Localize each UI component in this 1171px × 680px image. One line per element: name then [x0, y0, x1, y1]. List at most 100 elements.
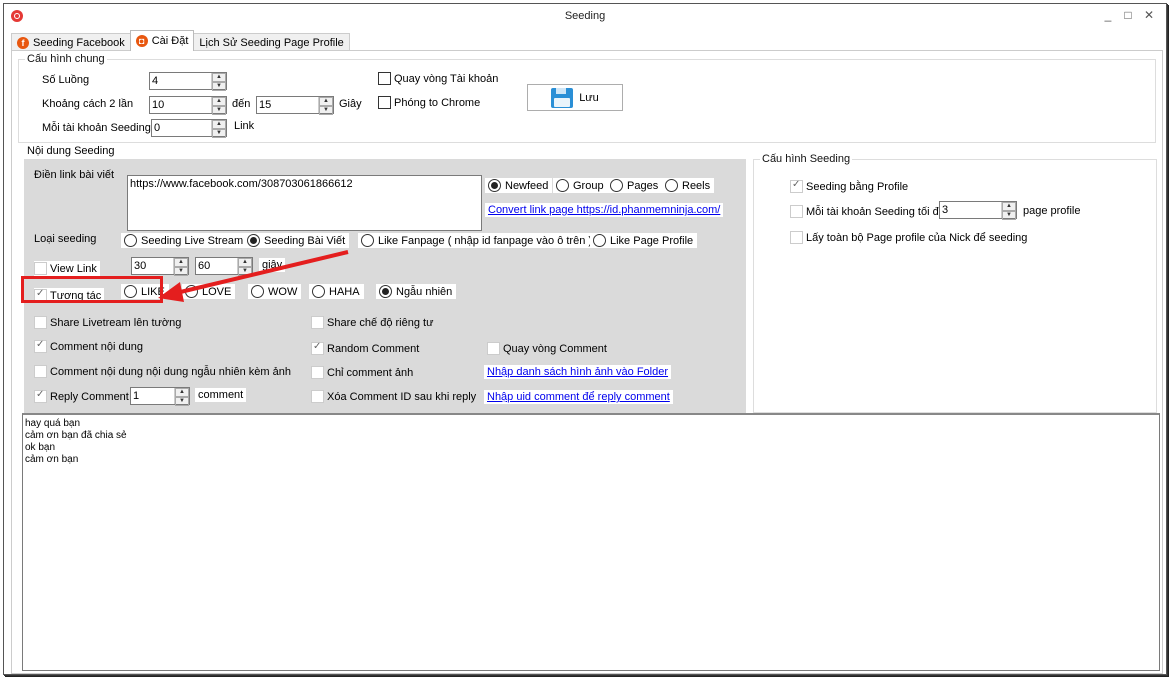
type-post-radio[interactable]: Seeding Bài Viết: [244, 233, 350, 248]
reply-count-stepper[interactable]: ▲▼: [130, 387, 190, 406]
per-account-label: Mỗi tài khoản Seeding: [42, 122, 151, 134]
spin-up-icon[interactable]: ▲: [212, 97, 226, 106]
reaction-random-radio[interactable]: Ngẫu nhiên: [376, 284, 457, 299]
comment-line: ok bạn: [25, 442, 56, 453]
comment-random-image-checkbox[interactable]: Comment nội dung nội dung ngẫu nhiên kèm…: [34, 365, 291, 378]
random-comment-label: Random Comment: [327, 342, 420, 355]
settings-doc-icon: ◘: [135, 35, 148, 47]
threads-label: Số Luồng: [42, 74, 90, 86]
spin-up-icon[interactable]: ▲: [212, 73, 226, 82]
rotate-comment-checkbox[interactable]: Quay vòng Comment: [487, 342, 607, 355]
image-only-label: Chỉ comment ảnh: [327, 366, 414, 379]
tab-history-page-profile[interactable]: Lịch Sử Seeding Page Profile: [193, 33, 350, 51]
interval-from-stepper[interactable]: ▲▼: [149, 96, 227, 115]
reaction-love-radio[interactable]: LOVE: [182, 284, 236, 299]
radio-label: Like Page Profile: [610, 234, 694, 247]
view-to-stepper[interactable]: ▲▼: [195, 257, 253, 276]
source-pages-radio[interactable]: Pages: [607, 178, 663, 193]
comments-textarea[interactable]: hay quá bạn cảm ơn bạn đã chia sẻ ok bạn…: [22, 413, 1160, 671]
radio-label: Reels: [682, 179, 711, 192]
convert-link[interactable]: Convert link page https://id.phanmemninj…: [485, 203, 724, 217]
seed-by-profile-checkbox[interactable]: Seeding bằng Profile: [790, 179, 908, 193]
settings-panel: Cấu hình chung Số Luồng ▲▼ Khoảng cách 2…: [11, 50, 1163, 674]
spin-down-icon[interactable]: ▼: [212, 129, 226, 138]
threads-input[interactable]: [150, 73, 210, 89]
share-livestream-checkbox[interactable]: Share Livetream lên tường: [34, 316, 181, 329]
reply-comment-checkbox[interactable]: Reply Comment: [34, 389, 129, 403]
spin-down-icon[interactable]: ▼: [238, 267, 252, 276]
view-from-stepper[interactable]: ▲▼: [131, 257, 189, 276]
reply-uid-link[interactable]: Nhập uid comment để reply comment: [484, 390, 673, 404]
comment-line: hay quá bạn: [25, 418, 81, 429]
checkbox-box: [34, 389, 47, 403]
image-only-checkbox[interactable]: Chỉ comment ảnh: [311, 366, 413, 379]
radio-label: Seeding Bài Viết: [264, 234, 346, 247]
random-comment-checkbox[interactable]: Random Comment: [311, 341, 420, 355]
max-per-account-input[interactable]: [940, 202, 1000, 218]
spin-down-icon[interactable]: ▼: [212, 106, 226, 115]
image-folder-link[interactable]: Nhập danh sách hình ảnh vào Folder: [484, 365, 672, 379]
spin-down-icon[interactable]: ▼: [212, 82, 226, 91]
spin-up-icon[interactable]: ▲: [238, 258, 252, 267]
save-button[interactable]: Lưu: [527, 84, 623, 111]
spin-up-icon[interactable]: ▲: [175, 388, 189, 397]
comment-content-checkbox[interactable]: Comment nội dung: [34, 339, 143, 353]
checkbox-box: [311, 341, 324, 355]
maximize-button[interactable]: □: [1119, 8, 1137, 24]
max-per-account-stepper[interactable]: ▲▼: [939, 201, 1017, 220]
interact-label: Tương tác: [50, 289, 102, 302]
reaction-haha-radio[interactable]: HAHA: [309, 284, 364, 299]
type-like-page-profile-radio[interactable]: Like Page Profile: [590, 233, 698, 248]
spin-down-icon[interactable]: ▼: [319, 106, 333, 115]
max-per-account-checkbox[interactable]: Mỗi tài khoản Seeding tối đa: [790, 205, 945, 218]
interval-to-stepper[interactable]: ▲▼: [256, 96, 334, 115]
spin-up-icon[interactable]: ▲: [1002, 202, 1016, 211]
comment-line: cảm ơn bạn đã chia sẻ: [25, 430, 127, 441]
checkbox-box: [311, 390, 324, 403]
checkbox-box: [34, 339, 47, 353]
radio-label: Like Fanpage ( nhập id fanpage vào ô trê…: [378, 234, 593, 247]
source-reels-radio[interactable]: Reels: [662, 178, 715, 193]
view-to-input[interactable]: [196, 258, 236, 274]
type-livestream-radio[interactable]: Seeding Live Stream: [121, 233, 248, 248]
comment-line: cảm ơn bạn: [25, 454, 79, 465]
close-button[interactable]: ✕: [1140, 8, 1158, 24]
post-link-input[interactable]: https://www.facebook.com/308703061866612: [127, 175, 482, 231]
view-link-checkbox[interactable]: View Link: [34, 261, 100, 276]
spin-up-icon[interactable]: ▲: [212, 120, 226, 129]
delete-comment-id-label: Xóa Comment ID sau khi reply: [327, 390, 477, 403]
checkbox-box: [790, 205, 803, 218]
per-account-stepper[interactable]: ▲▼: [151, 119, 227, 138]
rotate-accounts-checkbox[interactable]: Quay vòng Tài khoản: [378, 72, 498, 85]
type-like-fanpage-radio[interactable]: Like Fanpage ( nhập id fanpage vào ô trê…: [358, 233, 597, 248]
spin-down-icon[interactable]: ▼: [1002, 211, 1016, 220]
radio-label: Group: [573, 179, 604, 192]
spin-up-icon[interactable]: ▲: [319, 97, 333, 106]
threads-stepper[interactable]: ▲▼: [149, 72, 227, 91]
reaction-wow-radio[interactable]: WOW: [248, 284, 302, 299]
reaction-like-radio[interactable]: LIKE: [121, 284, 169, 299]
tab-seeding-facebook[interactable]: f Seeding Facebook: [11, 33, 131, 51]
source-group-radio[interactable]: Group: [553, 178, 608, 193]
source-newfeed-radio[interactable]: Newfeed: [485, 178, 553, 193]
interval-to-input[interactable]: [257, 97, 317, 113]
view-from-input[interactable]: [132, 258, 172, 274]
maximize-chrome-checkbox[interactable]: Phóng to Chrome: [378, 96, 480, 109]
minimize-button[interactable]: _: [1099, 8, 1117, 24]
save-label: Lưu: [579, 91, 599, 104]
checkbox-box: [487, 342, 500, 355]
spin-up-icon[interactable]: ▲: [174, 258, 188, 267]
window-title: Seeding: [564, 10, 606, 22]
spin-down-icon[interactable]: ▼: [174, 267, 188, 276]
tab-settings[interactable]: ◘ Cài Đặt: [129, 30, 195, 51]
delete-comment-id-checkbox[interactable]: Xóa Comment ID sau khi reply: [311, 390, 476, 403]
all-pages-checkbox[interactable]: Lấy toàn bộ Page profile của Nick để see…: [790, 231, 1027, 244]
share-private-checkbox[interactable]: Share chế độ riêng tư: [311, 316, 433, 329]
reply-count-input[interactable]: [131, 388, 173, 404]
interact-checkbox[interactable]: Tương tác: [34, 288, 105, 303]
per-account-input[interactable]: [152, 120, 210, 136]
spin-down-icon[interactable]: ▼: [175, 397, 189, 406]
general-config-group: Cấu hình chung Số Luồng ▲▼ Khoảng cách 2…: [18, 53, 1156, 143]
interval-from-input[interactable]: [150, 97, 210, 113]
tab-strip: f Seeding Facebook ◘ Cài Đặt Lịch Sử See…: [11, 30, 350, 51]
